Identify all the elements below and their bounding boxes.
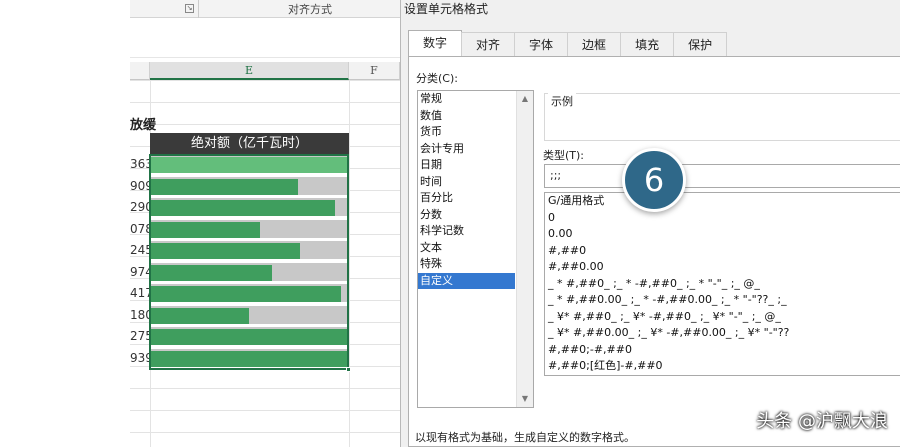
data-bar-cell[interactable] xyxy=(150,348,349,369)
format-code-item[interactable]: #,##0 xyxy=(545,243,900,260)
row-value-label: 078 xyxy=(130,221,153,236)
format-items: G/通用格式 0 0.00 #,##0 #,##0.00 _ * #,##0_ ;_ * … xyxy=(545,193,900,375)
tab-protection[interactable]: 保护 xyxy=(673,32,728,56)
ribbon-group-separator xyxy=(198,0,199,18)
table-header-cell[interactable]: 绝对额（亿千瓦时） xyxy=(150,133,349,154)
data-bar-cell[interactable] xyxy=(150,327,349,347)
left-margin xyxy=(0,0,130,447)
format-code-item[interactable]: #,##0.00 xyxy=(545,259,900,276)
spreadsheet-area: ↘ 对齐方式 E F 放缓 绝对额（亿千瓦时） 363 909 290 078 245 9… xyxy=(0,0,400,447)
data-bar-cell[interactable] xyxy=(150,262,349,283)
category-item[interactable]: 科学记数 xyxy=(418,223,515,240)
tab-number[interactable]: 数字 xyxy=(408,30,463,56)
sample-label: 示例 xyxy=(548,93,576,109)
category-item[interactable]: 百分比 xyxy=(418,190,515,207)
data-bar-fill xyxy=(150,350,347,367)
data-bar-fill xyxy=(150,157,347,173)
data-bar-cell[interactable] xyxy=(150,176,349,197)
ribbon-group-alignment-label: 对齐方式 xyxy=(288,3,332,16)
format-code-item[interactable]: 0 xyxy=(545,210,900,227)
row-value-label: 909 xyxy=(130,178,153,193)
type-input[interactable]: ;;; xyxy=(544,164,900,188)
category-item[interactable]: 文本 xyxy=(418,240,515,257)
data-bar-fill xyxy=(150,329,347,345)
data-bar-fill xyxy=(150,200,335,216)
tab-fill[interactable]: 填充 xyxy=(620,32,675,56)
row-value-label: 275 xyxy=(130,329,153,343)
type-label: 类型(T): xyxy=(543,149,585,162)
data-bar-cell[interactable] xyxy=(150,241,349,261)
tab-border[interactable]: 边框 xyxy=(567,32,622,56)
category-list[interactable]: 常规 数值 货币 会计专用 日期 时间 百分比 分数 科学记数 文本 特殊 自定义 ▲ ▼ xyxy=(417,90,534,408)
fill-handle[interactable] xyxy=(346,367,351,372)
data-bar-fill xyxy=(150,178,298,195)
category-item[interactable]: 日期 xyxy=(418,157,515,174)
category-item[interactable]: 常规 xyxy=(418,91,515,108)
data-bar-cell[interactable] xyxy=(150,155,349,175)
row-value-label: 939 xyxy=(130,350,153,365)
data-bar-cell[interactable] xyxy=(150,305,349,326)
row-value-label: 417 xyxy=(130,286,153,300)
watermark-text: 头条 @沪飘大浪 xyxy=(756,411,888,432)
format-code-item[interactable]: G/通用格式 xyxy=(545,193,900,210)
description-text: 以现有格式为基础，生成自定义的数字格式。 xyxy=(415,431,635,444)
data-bar-cell[interactable] xyxy=(150,219,349,240)
grid-line xyxy=(349,80,350,447)
scroll-up-icon[interactable]: ▲ xyxy=(517,91,533,107)
data-bar-cell[interactable] xyxy=(150,198,349,218)
row-value-label: 180 xyxy=(130,307,153,322)
formula-area xyxy=(130,18,400,58)
format-code-item[interactable]: #,##0;[红色]-#,##0 xyxy=(545,358,900,375)
category-item[interactable]: 自定义 xyxy=(418,272,515,289)
data-bar-fill xyxy=(150,264,272,281)
column-header-e[interactable]: E xyxy=(150,62,349,80)
category-item[interactable]: 货币 xyxy=(418,124,515,141)
data-bar-fill xyxy=(150,286,341,302)
column-header-d[interactable] xyxy=(130,62,150,80)
dialog-tabs: 数字 对齐 字体 边框 填充 保护 xyxy=(408,30,728,56)
row-value-label: 363 xyxy=(130,157,153,171)
category-item[interactable]: 会计专用 xyxy=(418,141,515,158)
row-value-label: 974 xyxy=(130,264,153,279)
category-item[interactable]: 特殊 xyxy=(418,256,515,273)
format-code-item[interactable]: _ ¥* #,##0.00_ ;_ ¥* -#,##0.00_ ;_ ¥* "-… xyxy=(545,325,900,342)
format-cells-dialog: 设置单元格格式 数字 对齐 字体 边框 填充 保护 分类(C): 常规 数值 货币会… xyxy=(400,0,900,447)
data-bar-fill xyxy=(150,307,249,324)
dialog-launcher-icon[interactable]: ↘ xyxy=(185,4,194,13)
dialog-title: 设置单元格格式 xyxy=(404,2,489,16)
tab-alignment[interactable]: 对齐 xyxy=(461,32,516,56)
scroll-down-icon[interactable]: ▼ xyxy=(517,391,533,407)
column-header-f[interactable]: F xyxy=(349,62,400,80)
format-code-item[interactable]: 0.00 xyxy=(545,226,900,243)
data-bar-fill xyxy=(150,243,300,259)
data-bar-cell[interactable] xyxy=(150,284,349,304)
format-code-item[interactable]: _ * #,##0.00_ ;_ * -#,##0.00_ ;_ * "-"??… xyxy=(545,292,900,309)
row-value-label: 290 xyxy=(130,200,153,214)
category-item[interactable]: 数值 xyxy=(418,108,515,125)
sample-groupbox xyxy=(544,93,900,141)
format-code-item[interactable]: _ * #,##0_ ;_ * -#,##0_ ;_ * "-"_ ;_ @_ xyxy=(545,276,900,293)
category-scrollbar[interactable]: ▲ ▼ xyxy=(516,91,533,407)
tab-panel-number: 分类(C): 常规 数值 货币 会计专用 日期 时间 百分比 分数 科学记数 文本 特殊 自定义 ▲ … xyxy=(408,56,900,447)
tab-font[interactable]: 字体 xyxy=(514,32,569,56)
step-number-badge: 6 xyxy=(622,148,686,212)
category-item[interactable]: 分数 xyxy=(418,207,515,224)
category-item[interactable]: 时间 xyxy=(418,174,515,191)
format-code-item[interactable]: #,##0;-#,##0 xyxy=(545,342,900,359)
category-label: 分类(C): xyxy=(416,72,458,85)
row-value-label: 245 xyxy=(130,243,153,257)
format-code-list[interactable]: G/通用格式 0 0.00 #,##0 #,##0.00 _ * #,##0_ ;_ * … xyxy=(544,192,900,376)
data-bar-fill xyxy=(150,221,260,238)
format-code-item[interactable]: _ ¥* #,##0_ ;_ ¥* -#,##0_ ;_ ¥* "-"_ ;_ … xyxy=(545,309,900,326)
section-title: 放缓 xyxy=(130,118,157,133)
